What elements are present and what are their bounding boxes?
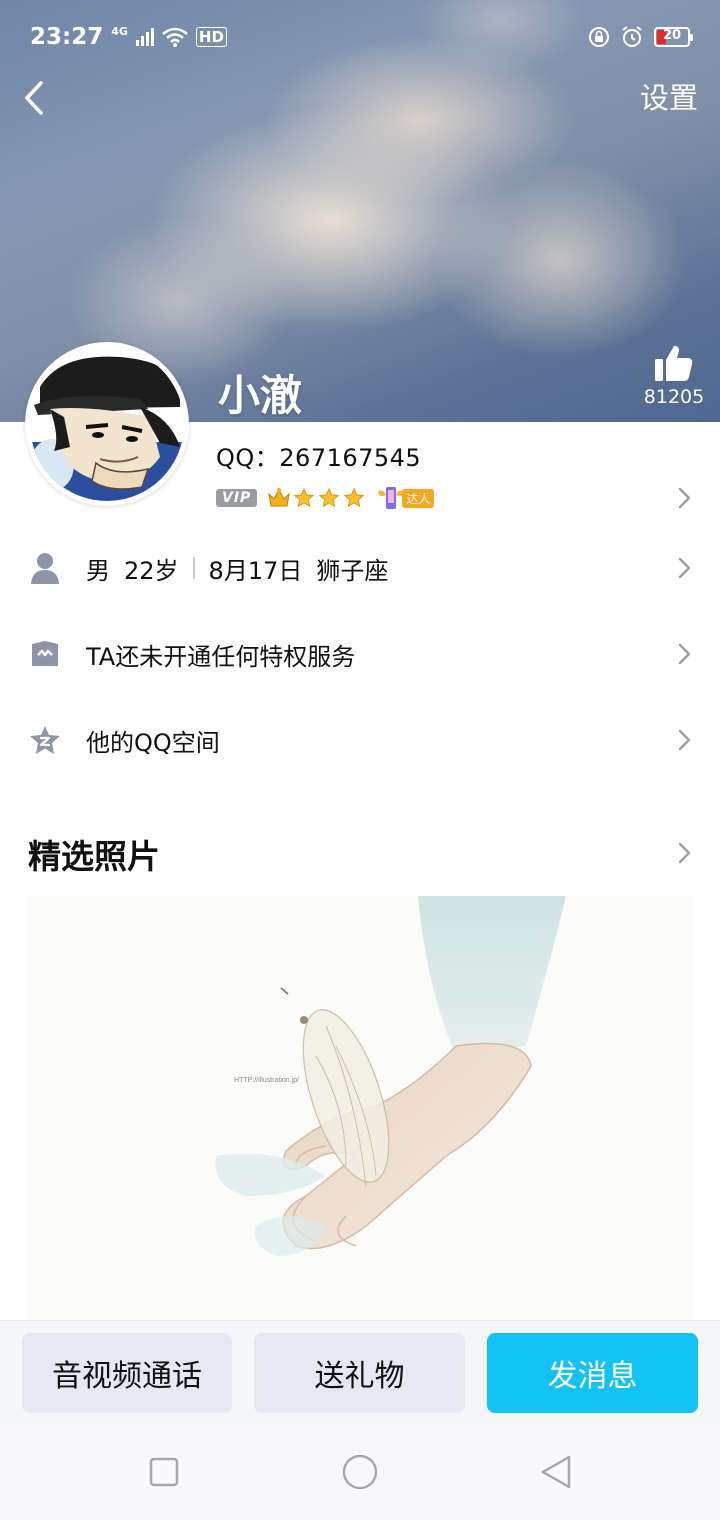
divider: [192, 557, 195, 579]
chevron-right-icon: [678, 557, 691, 579]
nav-back-button[interactable]: [536, 1452, 576, 1492]
status-time: 23:27: [30, 24, 104, 50]
featured-photos-title: 精选照片: [28, 837, 160, 876]
send-gift-button[interactable]: 送礼物: [254, 1333, 465, 1413]
daren-badge: 达人: [376, 483, 435, 513]
level-icons: [267, 487, 366, 509]
home-button[interactable]: [340, 1452, 380, 1492]
gender: 男: [86, 556, 110, 585]
avatar[interactable]: [25, 342, 189, 506]
av-call-button[interactable]: 音视频通话: [22, 1333, 232, 1413]
settings-button[interactable]: 设置: [640, 78, 698, 118]
person-icon: [28, 551, 62, 585]
crown-badge-icon: [28, 637, 62, 671]
chevron-right-icon[interactable]: [676, 841, 692, 865]
wifi-icon: [162, 27, 188, 47]
rotation-lock-icon: [589, 27, 609, 47]
qzone-row[interactable]: 他的QQ空间: [0, 697, 720, 783]
profile-screen: 23:27 4G HD 20 设置 小澈 81205 QQ：267167545 …: [0, 0, 720, 1520]
alarm-icon: [622, 26, 642, 47]
recent-apps-button[interactable]: [144, 1452, 184, 1492]
birthday: 8月17日: [208, 556, 303, 585]
triangle-back-icon: [541, 1455, 571, 1489]
back-button[interactable]: [14, 78, 54, 118]
nickname: 小澈: [218, 371, 303, 420]
chevron-left-icon: [25, 81, 43, 115]
square-icon: [149, 1457, 179, 1487]
qq-number: QQ：267167545: [216, 444, 422, 472]
hd-icon: HD: [195, 27, 227, 47]
status-bar: 23:27 4G HD 20: [0, 0, 720, 74]
chevron-right-icon: [678, 643, 691, 665]
signal-icon: [135, 28, 154, 46]
like-button[interactable]: 81205: [644, 344, 704, 408]
battery-icon: 20: [654, 27, 693, 47]
zodiac-sign: 狮子座: [316, 556, 389, 585]
basic-info-row[interactable]: 男 22岁 8月17日 狮子座: [0, 525, 720, 611]
chevron-right-icon[interactable]: [676, 486, 692, 510]
qzone-text: 他的QQ空间: [86, 728, 220, 757]
star-icon: [294, 487, 315, 508]
chevron-right-icon: [678, 729, 691, 751]
thumbs-up-icon: [655, 345, 693, 381]
qzone-star-icon: [28, 723, 62, 757]
featured-photo[interactable]: HTTP://illustration.jp/: [26, 896, 694, 1326]
age: 22岁: [124, 556, 179, 585]
basic-info-text: 男 22岁 8月17日 狮子座: [86, 551, 388, 586]
vip-badge: VIP: [216, 489, 258, 507]
network-type: 4G: [111, 24, 128, 38]
badges-row[interactable]: VIP 达人: [216, 482, 435, 514]
avatar-image: [30, 347, 184, 501]
photo-illustration: HTTP://illustration.jp/: [26, 896, 694, 1326]
send-message-button[interactable]: 发消息: [487, 1333, 698, 1413]
privilege-text: TA还未开通任何特权服务: [86, 642, 356, 671]
like-count: 81205: [643, 386, 705, 408]
system-nav-bar: [0, 1424, 720, 1520]
crown-icon: [268, 488, 291, 507]
daren-label: 达人: [402, 488, 435, 508]
action-bar: 音视频通话 送礼物 发消息: [0, 1320, 720, 1424]
circle-icon: [342, 1454, 378, 1490]
photo-watermark: HTTP://illustration.jp/: [234, 1077, 299, 1084]
star-icon: [319, 487, 340, 508]
battery-level: 20: [662, 28, 682, 43]
privilege-row[interactable]: TA还未开通任何特权服务: [0, 611, 720, 697]
star-icon: [344, 487, 365, 508]
